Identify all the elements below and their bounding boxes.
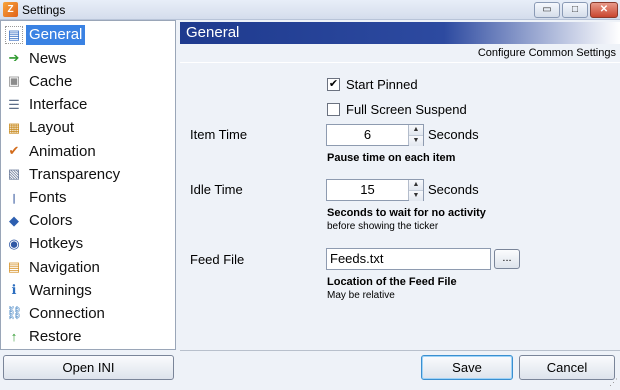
sidebar-item-label: Hotkeys [29,235,84,253]
app-icon: Z [3,2,18,17]
sidebar-item-general[interactable]: ▤ General [3,24,161,46]
idle-time-unit: Seconds [428,182,479,197]
sidebar-item-label: Connection [29,304,105,322]
sidebar-item-label: Restore [29,328,82,346]
sidebar-item-navigation[interactable]: ▤ Navigation [3,256,161,278]
feed-file-help: Location of the Feed File [327,276,457,288]
full-screen-suspend-checkbox[interactable] [327,103,340,116]
sidebar-item-label: Warnings [29,281,92,299]
spin-up-icon[interactable]: ▲ [409,180,423,190]
hotkeys-icon: ◉ [8,235,20,251]
browse-button[interactable]: ... [494,249,520,269]
section-subtitle: Configure Common Settings [477,47,616,59]
maximize-button[interactable]: □ [562,2,588,18]
sidebar-item-news[interactable]: ➔ News [3,47,161,69]
footer-divider [180,350,620,351]
colors-icon: ◆ [9,212,19,228]
cache-icon: ▣ [7,73,21,89]
sidebar-item-restore[interactable]: ↑ Restore [3,326,161,348]
resize-grip-icon[interactable]: ⋰ [609,377,618,388]
idle-time-label: Idle Time [190,182,243,197]
sidebar-item-hotkeys[interactable]: ◉ Hotkeys [3,233,161,255]
sidebar-item-label: Fonts [29,188,67,206]
sidebar-item-label: Cache [29,72,73,90]
spin-down-icon[interactable]: ▼ [409,190,423,201]
cancel-button[interactable]: Cancel [519,355,615,380]
feed-file-label: Feed File [190,252,245,267]
item-time-value[interactable]: 6 [327,125,408,145]
general-icon: ▤ [5,26,23,44]
feed-file-help-detail: May be relative [327,290,395,301]
layout-icon: ▦ [7,119,21,135]
start-pinned-row[interactable]: ✔ Start Pinned [327,77,418,92]
item-time-unit: Seconds [428,127,479,142]
sidebar-item-warnings[interactable]: ℹ Warnings [3,279,161,301]
sidebar-item-label: Colors [29,212,73,230]
full-screen-suspend-row[interactable]: Full Screen Suspend [327,102,467,117]
section-header: General [180,22,620,44]
sidebar-item-label: General [26,25,86,45]
feed-file-input[interactable]: Feeds.txt [326,248,491,270]
sidebar-item-label: News [29,49,67,67]
settings-window: Z Settings ▭ □ ✕ ▤ General ➔ News ▣ Cache ☰ Int… [0,0,620,390]
sidebar-item-fonts[interactable]: ꞁ Fonts [3,186,161,208]
sidebar-item-interface[interactable]: ☰ Interface [3,94,161,116]
spin-down-icon[interactable]: ▼ [409,135,423,146]
sidebar-item-cache[interactable]: ▣ Cache [3,70,161,92]
restore-icon: ↑ [10,328,18,344]
sidebar-item-transparency[interactable]: ▧ Transparency [3,163,161,185]
item-time-label: Item Time [190,127,248,142]
open-ini-button[interactable]: Open INI [3,355,174,380]
interface-icon: ☰ [8,96,20,112]
arrow-right-icon: ➔ [8,50,20,66]
connection-icon: ⛓ [6,305,23,321]
close-button[interactable]: ✕ [590,2,618,18]
page-title: General [186,24,240,41]
minimize-button[interactable]: ▭ [534,2,560,18]
title-bar[interactable]: Z Settings ▭ □ ✕ [0,0,620,20]
sidebar-item-label: Transparency [29,165,121,183]
sidebar-item-label: Layout [29,119,75,137]
sidebar-item-connection[interactable]: ⛓ Connection [3,302,161,324]
full-screen-suspend-label[interactable]: Full Screen Suspend [346,102,467,117]
idle-time-spin-buttons: ▲ ▼ [408,180,423,201]
sidebar-item-layout[interactable]: ▦ Layout [3,117,161,139]
sidebar-item-label: Navigation [29,258,100,276]
navigation-icon: ▤ [7,259,21,274]
save-button[interactable]: Save [421,355,513,380]
item-time-help: Pause time on each item [327,152,456,164]
sidebar-item-colors[interactable]: ◆ Colors [3,210,161,232]
sidebar-item-label: Interface [29,96,88,114]
idle-time-value[interactable]: 15 [327,180,408,200]
animation-icon: ✔ [8,143,20,158]
header-divider [180,62,620,63]
settings-sidebar: ▤ General ➔ News ▣ Cache ☰ Interface ▦ Layout ✔ Ani… [0,20,176,350]
spin-up-icon[interactable]: ▲ [409,125,423,135]
sidebar-item-animation[interactable]: ✔ Animation [3,140,161,162]
idle-time-spinner[interactable]: 15 ▲ ▼ [326,179,424,201]
idle-time-help-detail: before showing the ticker [327,221,439,232]
sidebar-item-label: Animation [29,142,96,160]
item-time-spinner[interactable]: 6 ▲ ▼ [326,124,424,146]
start-pinned-checkbox[interactable]: ✔ [327,78,340,91]
fonts-icon: ꞁ [12,189,16,205]
window-title: Settings [22,3,66,17]
start-pinned-label[interactable]: Start Pinned [346,77,418,92]
item-time-spin-buttons: ▲ ▼ [408,125,423,146]
warnings-icon: ℹ [11,282,17,298]
idle-time-help: Seconds to wait for no activity [327,207,486,219]
transparency-icon: ▧ [7,166,21,182]
